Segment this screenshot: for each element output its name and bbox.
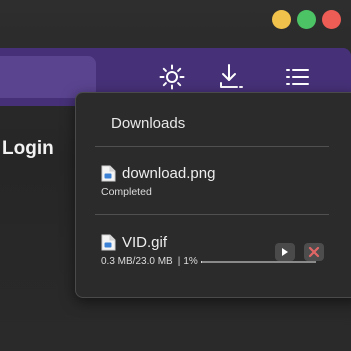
minimize-button[interactable]	[272, 10, 291, 29]
page-heading-login: Login	[2, 138, 54, 159]
download-actions	[275, 243, 324, 261]
menu-icon[interactable]	[283, 62, 313, 92]
download-percent: 1%	[183, 256, 198, 267]
file-name[interactable]: download.png	[122, 165, 215, 182]
sun-icon[interactable]	[157, 62, 187, 92]
downloads-popup: Downloads download.png Completed VID.gif…	[75, 92, 351, 298]
divider	[95, 214, 329, 215]
downloads-title: Downloads	[111, 115, 186, 132]
progress-separator: |	[177, 256, 181, 267]
close-window-button[interactable]	[322, 10, 341, 29]
close-icon	[308, 246, 320, 258]
cancel-download-button[interactable]	[304, 243, 324, 261]
resume-button[interactable]	[275, 243, 295, 261]
window-controls	[272, 10, 341, 29]
download-icon[interactable]	[216, 62, 246, 92]
file-icon	[101, 234, 116, 251]
divider	[95, 146, 329, 147]
play-icon	[282, 248, 288, 256]
download-status: Completed	[101, 186, 152, 198]
download-item[interactable]: download.png Completed	[101, 165, 341, 198]
download-size: 0.3 MB/23.0 MB	[101, 256, 173, 267]
file-name[interactable]: VID.gif	[122, 234, 167, 251]
maximize-button[interactable]	[297, 10, 316, 29]
browser-window: Login Downloads download.png Completed V…	[0, 0, 351, 351]
file-icon	[101, 165, 116, 182]
progress-bar-fill	[200, 260, 202, 263]
